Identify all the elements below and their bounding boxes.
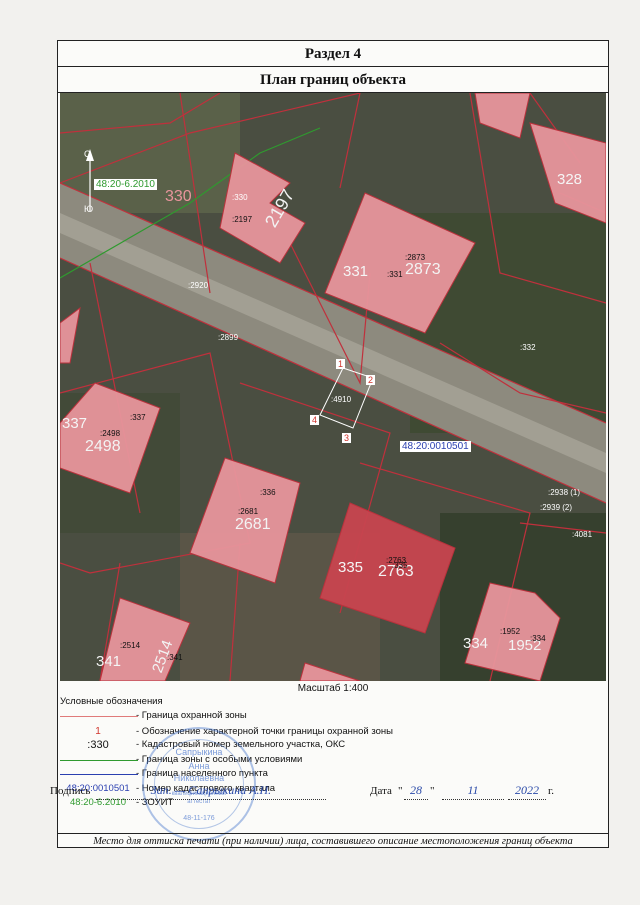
legend-symbol-point: 1 — [95, 726, 101, 737]
label-2899: :2899 — [218, 333, 239, 342]
point-2: 2 — [366, 375, 376, 385]
label-2938: :2938 (1) — [548, 488, 581, 497]
point-3: 3 — [342, 433, 352, 443]
point-1: 1 — [336, 359, 346, 369]
label-4910: :4910 — [331, 395, 352, 404]
zone-label: 48:20-6.2010 — [94, 179, 157, 190]
building-2498: 2498 — [85, 438, 121, 455]
label-331: :331 — [387, 270, 403, 279]
date-day: 28 — [404, 783, 428, 800]
label-4081: :4081 — [572, 530, 593, 539]
legend-row-settlement: - Граница населенного пункта — [58, 768, 608, 780]
label-2939: :2939 (2) — [540, 503, 573, 512]
building-1952-small: :1952 — [500, 627, 521, 636]
label-341: :341 — [167, 653, 183, 662]
label-334: :334 — [530, 634, 546, 643]
building-2197-small: :2197 — [232, 215, 253, 224]
legend-symbol-settlement — [58, 768, 138, 780]
building-2681-small: :2681 — [238, 507, 259, 516]
legend: Условные обозначения - Граница охранной … — [58, 696, 608, 846]
section-title: Раздел 4 — [58, 41, 608, 67]
parcel-330: 330 — [165, 188, 192, 205]
compass-south: Ю — [84, 204, 94, 214]
date-month: 11 — [442, 783, 504, 800]
legend-row-protect-zone: - Граница охранной зоны — [58, 710, 608, 722]
legend-title: Условные обозначения — [60, 696, 163, 707]
label-332: :332 — [520, 343, 536, 352]
building-2873-small: :2873 — [405, 253, 426, 262]
scale-label: Масштаб 1:400 — [297, 683, 369, 694]
parcel-337: 337 — [62, 415, 88, 432]
parcel-331: 331 — [343, 263, 369, 280]
map-image: С Ю 48:20-6.2010 48:20:0010501 330 331 3… — [60, 93, 606, 681]
signature-label: Подпись — [50, 785, 91, 797]
building-2514-small: :2514 — [120, 641, 141, 650]
label-2920: :2920 — [188, 281, 209, 290]
label-335: :335 — [392, 561, 408, 570]
parcel-341: 341 — [96, 653, 122, 670]
label-330: :330 — [232, 193, 248, 202]
plan-title: План границ объекта — [58, 67, 608, 93]
parcel-334: 334 — [463, 635, 489, 652]
legend-symbol-protect-zone — [58, 710, 138, 722]
signature-field: Зап. — Сапрыкина А.Н. — [96, 783, 326, 800]
legend-row-special-zone: - Граница зоны с особыми условиями — [58, 754, 608, 766]
building-2681: 2681 — [235, 516, 271, 533]
date-year-suffix: г. — [548, 785, 555, 797]
signature-block: Подпись Зап. — Сапрыкина А.Н. Дата " 28 … — [50, 783, 608, 813]
parcel-328: 328 — [557, 171, 583, 188]
building-2873: 2873 — [405, 261, 441, 278]
label-336: :336 — [260, 488, 276, 497]
legend-row-point: 1 - Обозначение характерной точки границ… — [58, 726, 608, 738]
date-year: 2022 — [508, 783, 546, 800]
footer-note: Место для оттиска печати (при наличии) л… — [58, 833, 608, 847]
parcel-335: 335 — [338, 559, 364, 576]
quarter-label: 48:20:0010501 — [400, 441, 471, 452]
building-2498-small: :2498 — [100, 429, 121, 438]
legend-symbol-cadastral: :330 — [87, 739, 109, 751]
date-label: Дата — [370, 785, 392, 797]
document-sheet: Раздел 4 План границ объекта С Ю 48:20-6… — [50, 40, 609, 848]
label-337: :337 — [130, 413, 146, 422]
point-4: 4 — [310, 415, 320, 425]
compass-north: С — [84, 149, 91, 159]
legend-symbol-special-zone — [58, 754, 138, 766]
legend-row-cadastral: :330 - Кадастровый номер земельного учас… — [58, 739, 608, 751]
